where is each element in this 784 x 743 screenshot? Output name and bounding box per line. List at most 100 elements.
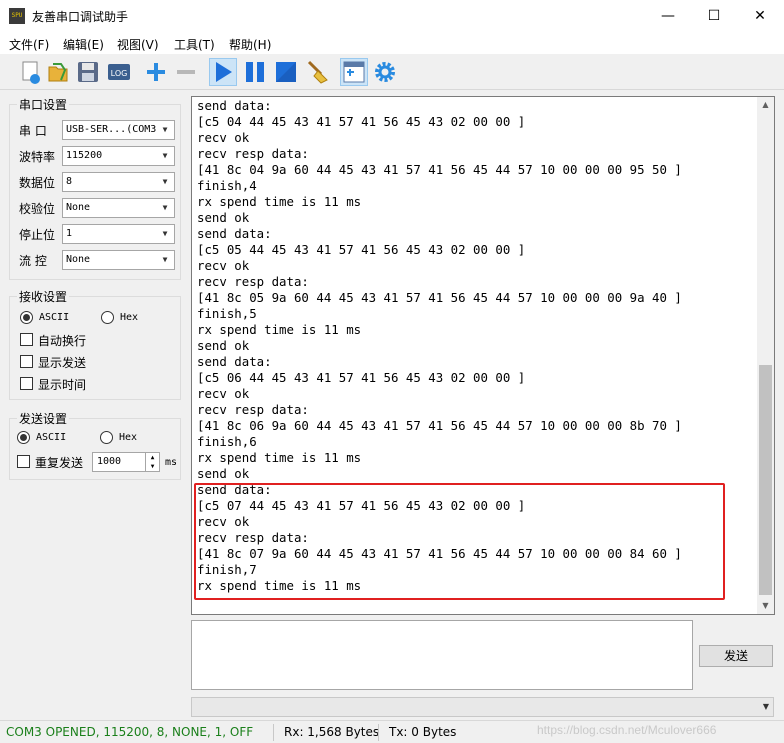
app-icon: SPU bbox=[9, 8, 25, 24]
flow-control-select[interactable]: None ▼ bbox=[62, 250, 175, 270]
spin-up-icon[interactable]: ▲ bbox=[145, 453, 159, 462]
maximize-button[interactable]: ☐ bbox=[691, 0, 737, 32]
receive-line: recv ok bbox=[197, 386, 250, 401]
receive-line: rx spend time is 11 ms bbox=[197, 194, 362, 209]
scrollbar-thumb[interactable] bbox=[759, 365, 772, 595]
repeat-send-checkbox[interactable] bbox=[17, 455, 30, 468]
show-send-checkbox[interactable] bbox=[20, 355, 33, 368]
send-settings-title: 发送设置 bbox=[17, 410, 70, 427]
receive-line: recv ok bbox=[197, 130, 250, 145]
flow-control-label: 流 控 bbox=[19, 254, 47, 268]
send-text-area[interactable] bbox=[191, 620, 693, 690]
highlight-box bbox=[194, 483, 725, 600]
receive-line: rx spend time is 11 ms bbox=[197, 322, 362, 337]
open-folder-icon[interactable] bbox=[44, 58, 72, 86]
save-icon[interactable] bbox=[74, 58, 102, 86]
send-ascii-label: ASCII bbox=[36, 432, 67, 443]
port-status: COM3 OPENED, 115200, 8, NONE, 1, OFF bbox=[6, 725, 254, 739]
menu-edit[interactable]: 编辑(E) bbox=[63, 36, 104, 53]
send-history-select[interactable]: ▼ bbox=[191, 697, 774, 717]
menu-view[interactable]: 视图(V) bbox=[117, 36, 159, 53]
toolbar: LOG bbox=[0, 54, 784, 90]
window-layout-icon[interactable] bbox=[340, 58, 368, 86]
send-hex-label: Hex bbox=[119, 432, 138, 443]
interval-unit-label: ms bbox=[165, 457, 178, 468]
watermark: https://blog.csdn.net/Mculover666 bbox=[537, 723, 717, 737]
receive-line: recv ok bbox=[197, 258, 250, 273]
chevron-down-icon: ▼ bbox=[162, 255, 168, 264]
rx-count: Rx: 1,568 Bytes bbox=[284, 725, 380, 739]
receive-line: [c5 04 44 45 43 41 57 41 56 45 43 02 00 … bbox=[197, 114, 526, 129]
menu-tools[interactable]: 工具(T) bbox=[174, 36, 215, 53]
receive-line: finish,6 bbox=[197, 434, 257, 449]
show-send-label: 显示发送 bbox=[38, 356, 87, 370]
status-bar: COM3 OPENED, 115200, 8, NONE, 1, OFF Rx:… bbox=[0, 720, 784, 743]
scroll-up-icon[interactable]: ▲ bbox=[757, 97, 774, 113]
receive-line: [c5 05 44 45 43 41 57 41 56 45 43 02 00 … bbox=[197, 242, 526, 257]
menu-bar: 文件(F) 编辑(E) 视图(V) 工具(T) 帮助(H) bbox=[0, 32, 784, 54]
close-button[interactable]: ✕ bbox=[737, 0, 783, 32]
svg-text:LOG: LOG bbox=[111, 69, 128, 78]
receive-line: recv resp data: bbox=[197, 146, 309, 161]
menu-help[interactable]: 帮助(H) bbox=[229, 36, 271, 53]
parity-select[interactable]: None ▼ bbox=[62, 198, 175, 218]
send-hex-radio[interactable] bbox=[100, 431, 113, 444]
remove-icon[interactable] bbox=[172, 58, 200, 86]
repeat-send-label: 重复发送 bbox=[35, 456, 84, 470]
settings-gear-icon[interactable] bbox=[371, 58, 399, 86]
receive-line: recv resp data: bbox=[197, 402, 309, 417]
baud-rate-select[interactable]: 115200 ▼ bbox=[62, 146, 175, 166]
repeat-interval-spinner[interactable]: 1000 ▲ ▼ bbox=[92, 452, 160, 472]
chevron-down-icon: ▼ bbox=[162, 151, 168, 160]
play-icon[interactable] bbox=[209, 58, 237, 86]
status-divider bbox=[378, 724, 379, 741]
receive-line: send data: bbox=[197, 98, 272, 113]
chevron-down-icon: ▼ bbox=[162, 203, 168, 212]
settings-panel: 串口设置 串 口 USB-SER...(COM3 ▼ 波特率 115200 ▼ 数据… bbox=[0, 92, 186, 720]
serial-settings-title: 串口设置 bbox=[17, 96, 70, 113]
chevron-down-icon: ▼ bbox=[762, 702, 769, 711]
auto-wrap-label: 自动换行 bbox=[38, 334, 87, 348]
stop-icon[interactable] bbox=[272, 58, 300, 86]
vertical-scrollbar[interactable]: ▲ ▼ bbox=[757, 97, 774, 614]
port-label: 串 口 bbox=[19, 124, 47, 138]
title-bar: SPU 友善串口调试助手 — ☐ ✕ bbox=[0, 0, 784, 32]
receive-text-area[interactable]: send data: [c5 04 44 45 43 41 57 41 56 45… bbox=[191, 96, 775, 615]
parity-label: 校验位 bbox=[19, 202, 56, 216]
send-button[interactable]: 发送 bbox=[699, 645, 773, 667]
receive-ascii-radio[interactable] bbox=[20, 311, 33, 324]
scroll-down-icon[interactable]: ▼ bbox=[757, 598, 774, 614]
show-time-checkbox[interactable] bbox=[20, 377, 33, 390]
baud-rate-label: 波特率 bbox=[19, 150, 56, 164]
minimize-button[interactable]: — bbox=[645, 0, 691, 32]
receive-line: send data: bbox=[197, 226, 272, 241]
log-icon[interactable]: LOG bbox=[105, 58, 133, 86]
receive-line: [41 8c 05 9a 60 44 45 43 41 57 41 56 45 … bbox=[197, 290, 682, 305]
clear-broom-icon[interactable] bbox=[303, 58, 331, 86]
status-divider bbox=[273, 724, 274, 741]
data-bits-select[interactable]: 8 ▼ bbox=[62, 172, 175, 192]
receive-line: send data: bbox=[197, 354, 272, 369]
spin-down-icon[interactable]: ▼ bbox=[145, 462, 159, 471]
add-icon[interactable] bbox=[142, 58, 170, 86]
receive-ascii-label: ASCII bbox=[39, 312, 70, 323]
receive-settings-group bbox=[9, 296, 181, 400]
stop-bits-select[interactable]: 1 ▼ bbox=[62, 224, 175, 244]
receive-line: send ok bbox=[197, 338, 250, 353]
port-select[interactable]: USB-SER...(COM3 ▼ bbox=[62, 120, 175, 140]
receive-settings-title: 接收设置 bbox=[17, 288, 70, 305]
receive-line: finish,4 bbox=[197, 178, 257, 193]
receive-line: finish,5 bbox=[197, 306, 257, 321]
receive-line: rx spend time is 11 ms bbox=[197, 450, 362, 465]
receive-hex-radio[interactable] bbox=[101, 311, 114, 324]
new-icon[interactable] bbox=[16, 58, 44, 86]
chevron-down-icon: ▼ bbox=[162, 125, 168, 134]
pause-icon[interactable] bbox=[241, 58, 269, 86]
receive-line: send ok bbox=[197, 466, 250, 481]
window-title: 友善串口调试助手 bbox=[32, 10, 129, 24]
auto-wrap-checkbox[interactable] bbox=[20, 333, 33, 346]
receive-line: recv resp data: bbox=[197, 274, 309, 289]
receive-line: [41 8c 06 9a 60 44 45 43 41 57 41 56 45 … bbox=[197, 418, 682, 433]
send-ascii-radio[interactable] bbox=[17, 431, 30, 444]
menu-file[interactable]: 文件(F) bbox=[9, 36, 49, 53]
